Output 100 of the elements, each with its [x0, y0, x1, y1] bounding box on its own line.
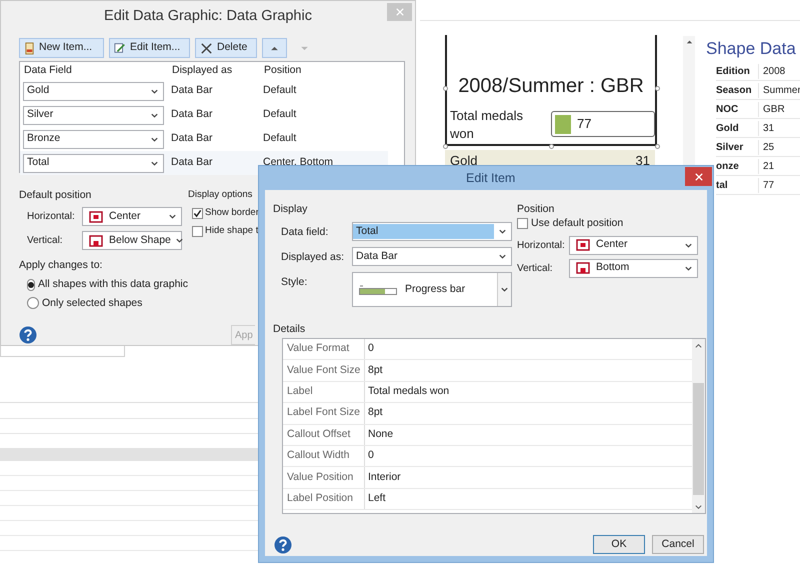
group-heading: Display: [273, 202, 308, 216]
list-row[interactable]: Silver Data Bar Default: [20, 103, 388, 127]
radio-button[interactable]: [27, 278, 35, 291]
ok-button[interactable]: OK: [593, 535, 645, 554]
field-label: Style:: [281, 275, 308, 290]
selection-handle[interactable]: [655, 86, 660, 91]
checkbox[interactable]: [517, 218, 528, 230]
group-heading: Position: [517, 202, 556, 216]
property-name: Label: [283, 382, 365, 402]
move-up-button[interactable]: [262, 38, 287, 58]
checkbox[interactable]: [192, 208, 203, 219]
close-icon: [694, 172, 702, 180]
checkbox[interactable]: [192, 226, 203, 237]
dropdown[interactable]: Silver: [23, 106, 164, 124]
property-name: Label Position: [283, 488, 365, 510]
property-name: tal: [716, 178, 729, 192]
table-cell: Default: [263, 132, 296, 144]
checkbox-option[interactable]: Show border: [188, 206, 263, 220]
shape-frame[interactable]: 2008/Summer : GBR Total medals won 77: [445, 35, 657, 146]
shape-title: 2008/Summer : GBR: [457, 74, 645, 99]
property-value: 0: [367, 448, 374, 464]
progress-bar-icon: [359, 284, 397, 294]
table-cell: Data Bar: [171, 108, 212, 120]
new-item-button[interactable]: New Item...: [19, 38, 104, 58]
property-value: 25: [758, 140, 774, 154]
list-row[interactable]: Gold Data Bar Default: [20, 79, 388, 103]
dropdown[interactable]: Below Shape: [82, 231, 182, 250]
group-heading: Display options: [188, 188, 254, 202]
property-name: Gold: [716, 122, 740, 136]
chevron-down-icon: [168, 212, 177, 221]
field-label: Vertical:: [517, 262, 554, 276]
dropdown[interactable]: Total: [23, 154, 164, 172]
group-heading: Apply changes to:: [19, 258, 104, 273]
table-cell: Default: [263, 84, 296, 96]
chevron-down-icon: [500, 285, 509, 294]
down-arrow-icon: [300, 46, 309, 50]
selection-handle[interactable]: [443, 86, 448, 91]
delete-button[interactable]: Delete: [195, 38, 257, 58]
list-row[interactable]: Bronze Data Bar Default: [20, 127, 388, 151]
close-icon: [396, 8, 404, 16]
property-name: Value Position: [283, 467, 365, 488]
field-label: Vertical:: [27, 234, 64, 248]
group-heading: Details: [272, 322, 306, 336]
position-icon: [89, 210, 103, 222]
dropdown[interactable]: Data Bar: [352, 247, 512, 266]
property-value: None: [367, 426, 394, 442]
chevron-down-icon: [498, 252, 507, 261]
radio-button[interactable]: [27, 297, 39, 310]
property-name: Silver: [716, 140, 744, 154]
x-icon: [200, 42, 213, 54]
column-header: Data Field: [24, 64, 72, 76]
bar-value: 77: [577, 115, 592, 134]
legend-value: 31: [636, 154, 650, 170]
property-name: Value Format: [283, 339, 365, 360]
dropdown[interactable]: Center: [569, 236, 698, 255]
chevron-down-icon: [498, 227, 507, 236]
help-icon: [19, 326, 37, 344]
table-cell: Data Bar: [171, 84, 212, 96]
property-value: 31: [758, 120, 774, 136]
selection-handle[interactable]: [443, 144, 448, 149]
radio-option[interactable]: All shapes with this data graphic: [19, 276, 188, 292]
cancel-button[interactable]: Cancel: [652, 535, 704, 554]
selection-handle[interactable]: [549, 144, 554, 149]
property-value: Left: [367, 491, 386, 506]
position-icon: [89, 234, 103, 246]
field-label: Horizontal:: [27, 210, 76, 224]
dropdown[interactable]: Bottom: [569, 258, 698, 278]
selection-handle[interactable]: [655, 144, 660, 149]
checkbox-option[interactable]: Hide shape t: [188, 224, 263, 238]
scroll-thumb[interactable]: [693, 383, 704, 495]
column-header: Position: [264, 64, 302, 76]
table-cell: Data Bar: [171, 156, 212, 168]
position-icon: [576, 262, 590, 274]
property-value: 8pt: [367, 362, 383, 378]
property-value: 2008: [758, 64, 786, 78]
checkbox-option[interactable]: Use default position: [517, 216, 702, 232]
pencil-icon: [114, 42, 126, 54]
dropdown[interactable]: Gold: [23, 82, 164, 100]
property-name: onze: [716, 160, 740, 174]
dropdown[interactable]: Total: [352, 222, 512, 241]
dropdown[interactable]: Bronze: [23, 130, 164, 148]
edit-item-button[interactable]: Edit Item...: [109, 38, 190, 58]
check-icon: [193, 208, 202, 218]
scrollbar[interactable]: [692, 339, 705, 513]
property-value: 21: [758, 158, 774, 174]
radio-option[interactable]: Only selected shapes: [19, 296, 188, 312]
column-header: Displayed as: [172, 64, 232, 76]
style-dropdown[interactable]: Progress bar: [352, 272, 512, 307]
property-value: GBR: [758, 102, 785, 116]
field-label: Horizontal:: [517, 238, 566, 253]
property-value: 77: [758, 178, 774, 192]
property-value: Interior: [367, 470, 401, 485]
property-name: Callout Offset: [283, 424, 365, 445]
close-button[interactable]: [685, 167, 712, 186]
table-cell: Default: [263, 108, 296, 120]
dropdown[interactable]: Center: [82, 207, 182, 226]
group-heading: Default position: [19, 188, 92, 202]
property-name: Value Font Size: [283, 360, 365, 381]
window-title: Edit Item: [466, 170, 516, 187]
help-icon: [274, 536, 292, 554]
